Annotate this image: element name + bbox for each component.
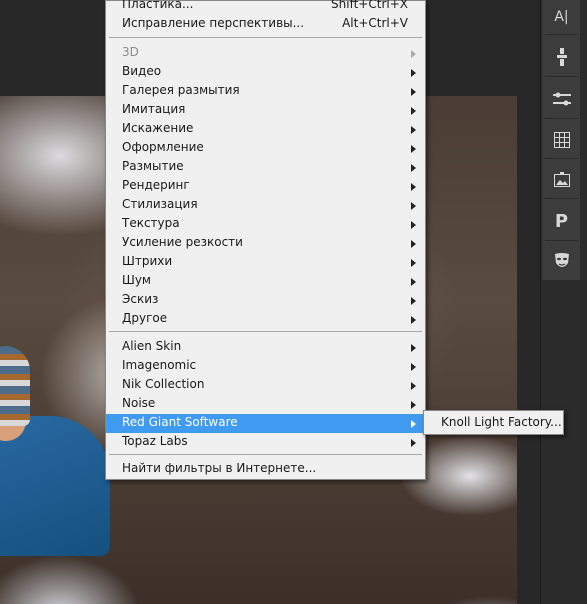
submenu-arrow-icon [411, 183, 416, 191]
menu-item-browse-filters-online[interactable]: Найти фильтры в Интернете... [106, 460, 425, 479]
menu-item-distort[interactable]: Искажение [106, 120, 425, 139]
menu-separator [109, 37, 422, 38]
menu-item-shortcut: Shift+Ctrl+X [331, 0, 408, 11]
menu-item-label: Галерея размытия [122, 83, 240, 97]
menu-item-red-giant-software[interactable]: Red Giant Software [106, 414, 425, 433]
submenu-arrow-icon [411, 382, 416, 390]
submenu-arrow-icon [411, 401, 416, 409]
tool-divider [545, 158, 578, 159]
menu-item-label: Искажение [122, 121, 194, 135]
menu-item-texture[interactable]: Текстура [106, 215, 425, 234]
menu-item-other[interactable]: Другое [106, 310, 425, 329]
menu-item-nik-collection[interactable]: Nik Collection [106, 376, 425, 395]
tool-divider [545, 76, 578, 77]
menu-item-label: Усиление резкости [122, 235, 243, 249]
submenu-arrow-icon [411, 221, 416, 229]
submenu-arrow-icon [411, 297, 416, 305]
menu-item-noise-builtin[interactable]: Шум [106, 272, 425, 291]
menu-item-brush-strokes[interactable]: Штрихи [106, 253, 425, 272]
menu-item-3d: 3D [106, 44, 425, 63]
grid-icon[interactable] [545, 125, 578, 155]
menu-item-label: Другое [122, 311, 168, 325]
submenu-arrow-icon [411, 363, 416, 371]
submenu-arrow-icon [411, 344, 416, 352]
brush-presets-icon[interactable] [545, 42, 578, 72]
tool-divider [545, 118, 578, 119]
menu-item-video[interactable]: Видео [106, 63, 425, 82]
submenu-arrow-icon [411, 50, 416, 58]
menu-item-label: Исправление перспективы... [122, 16, 305, 30]
menu-item-liquify[interactable]: Пластика... Shift+Ctrl+X [106, 0, 425, 15]
menu-item-shortcut: Alt+Ctrl+V [342, 16, 408, 30]
submenu-item-label: Knoll Light Factory... [441, 415, 562, 429]
submenu-arrow-icon [411, 126, 416, 134]
menu-item-label: Размытие [122, 159, 184, 173]
tool-divider [545, 240, 578, 241]
adjustments-icon[interactable] [545, 84, 578, 114]
submenu-arrow-icon [411, 88, 416, 96]
menu-separator [109, 331, 422, 332]
child-hat [0, 346, 30, 426]
character-glyph: A| [554, 9, 569, 25]
menu-item-blur-gallery[interactable]: Галерея размытия [106, 82, 425, 101]
menu-item-label: Noise [122, 396, 156, 410]
menu-item-perspective-correction[interactable]: Исправление перспективы... Alt+Ctrl+V [106, 15, 425, 34]
tool-divider [545, 198, 578, 199]
menu-item-topaz-labs[interactable]: Topaz Labs [106, 433, 425, 452]
menu-item-label: Nik Collection [122, 377, 205, 391]
menu-item-imagenomic[interactable]: Imagenomic [106, 357, 425, 376]
menu-item-label: Рендеринг [122, 178, 190, 192]
menu-item-render[interactable]: Рендеринг [106, 177, 425, 196]
menu-item-label: Шум [122, 273, 151, 287]
menu-item-sketch[interactable]: Эскиз [106, 291, 425, 310]
image-icon[interactable] [545, 165, 578, 195]
menu-item-label: Imagenomic [122, 358, 197, 372]
submenu-arrow-icon [411, 69, 416, 77]
menu-item-label: Оформление [122, 140, 204, 154]
menu-item-label: Red Giant Software [122, 415, 238, 429]
menu-item-label: Штрихи [122, 254, 173, 268]
menu-item-blur[interactable]: Размытие [106, 158, 425, 177]
menu-item-label: Имитация [122, 102, 186, 116]
submenu-arrow-icon [411, 145, 416, 153]
submenu-arrow-icon [411, 439, 416, 447]
submenu-arrow-icon [411, 202, 416, 210]
menu-item-label: Текстура [122, 216, 180, 230]
submenu-item-knoll-light-factory[interactable]: Knoll Light Factory... [424, 411, 563, 434]
submenu-arrow-icon [411, 259, 416, 267]
menu-item-label: Alien Skin [122, 339, 182, 353]
menu-item-sharpen[interactable]: Усиление резкости [106, 234, 425, 253]
character-icon[interactable]: A| [545, 2, 578, 32]
menu-item-pixelate[interactable]: Оформление [106, 139, 425, 158]
tool-divider [545, 34, 578, 35]
menu-item-label: Найти фильтры в Интернете... [122, 461, 317, 475]
submenu-arrow-icon [411, 420, 416, 428]
menu-item-label: Topaz Labs [122, 434, 188, 448]
paragraph-glyph: P [554, 210, 569, 232]
menu-item-noise[interactable]: Noise [106, 395, 425, 414]
submenu-arrow-icon [411, 107, 416, 115]
filter-menu: Пластика... Shift+Ctrl+X Исправление пер… [105, 0, 426, 480]
menu-item-label: Эскиз [122, 292, 159, 306]
menu-item-label: 3D [122, 45, 139, 59]
mask-icon[interactable] [545, 247, 578, 277]
menu-item-artistic[interactable]: Имитация [106, 101, 425, 120]
submenu-arrow-icon [411, 316, 416, 324]
menu-item-stylize[interactable]: Стилизация [106, 196, 425, 215]
submenu-arrow-icon [411, 240, 416, 248]
menu-item-label: Пластика... [122, 0, 194, 11]
menu-item-label: Видео [122, 64, 162, 78]
menu-item-label: Стилизация [122, 197, 198, 211]
menu-item-alien-skin[interactable]: Alien Skin [106, 338, 425, 357]
submenu-arrow-icon [411, 164, 416, 172]
menu-separator [109, 454, 422, 455]
red-giant-submenu: Knoll Light Factory... [423, 410, 564, 435]
paragraph-icon[interactable]: P [545, 206, 578, 236]
submenu-arrow-icon [411, 278, 416, 286]
